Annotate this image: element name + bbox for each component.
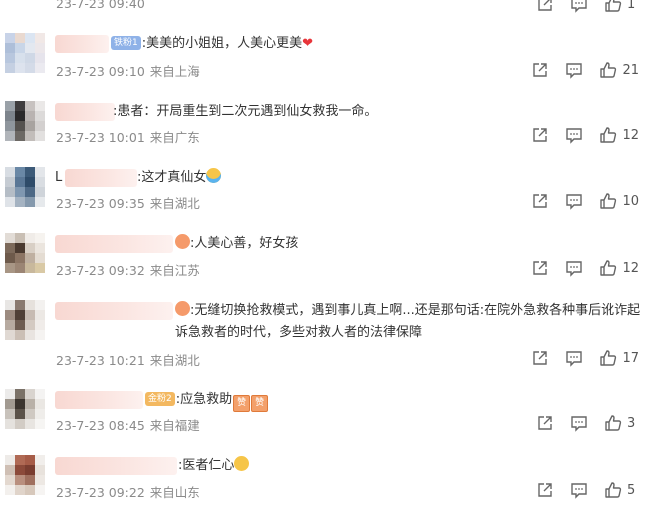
- comment-time: 23-7-23 09:40: [56, 0, 145, 11]
- like-count: 3: [627, 415, 636, 431]
- comment-icon[interactable]: [570, 0, 588, 13]
- like-count: 21: [622, 62, 639, 78]
- comment-time: 23-7-23 09:22: [56, 485, 145, 500]
- share-icon[interactable]: [531, 192, 549, 210]
- comment-icon[interactable]: [565, 349, 583, 367]
- share-icon[interactable]: [531, 259, 549, 277]
- seal-emoji-icon: 赞: [233, 395, 251, 412]
- comment-meta: 23-7-23 09:35 来自湖北: [56, 193, 200, 212]
- like-count: 10: [622, 193, 639, 209]
- comment-actions: 10: [531, 191, 639, 211]
- comment-location: 来自江苏: [149, 263, 200, 278]
- like-count: 1: [627, 0, 636, 12]
- comment-location: 来自湖北: [149, 353, 200, 368]
- comment-meta: 23-7-23 09:10 来自上海: [56, 61, 200, 80]
- share-icon[interactable]: [536, 414, 554, 432]
- thumbs-up-emoji-icon: [175, 234, 190, 249]
- heart-emoji-icon: ❤: [302, 36, 314, 51]
- comment-time: 23-7-23 10:21: [56, 353, 145, 368]
- like-count: 12: [622, 260, 639, 276]
- comment-meta: 23-7-23 09:22 来自山东: [56, 482, 200, 501]
- thumbs-up-emoji-icon: [175, 301, 190, 316]
- like-icon[interactable]: [599, 192, 617, 210]
- comment-time: 23-7-23 08:45: [56, 418, 145, 433]
- avatar[interactable]: [5, 101, 45, 141]
- avatar[interactable]: [5, 300, 45, 340]
- username-blurred[interactable]: [65, 169, 137, 187]
- like-icon[interactable]: [599, 349, 617, 367]
- comment-actions: 5: [536, 480, 639, 500]
- avatar[interactable]: [5, 233, 45, 273]
- seal-emoji-icon: 赞: [251, 395, 269, 412]
- like-icon[interactable]: [604, 0, 622, 13]
- comment-meta: 23-7-23 09:40: [56, 0, 145, 11]
- comment-text: :人美心善，好女孩: [175, 233, 298, 255]
- like-icon[interactable]: [599, 259, 617, 277]
- like-count: 12: [622, 127, 639, 143]
- comment-icon[interactable]: [565, 192, 583, 210]
- crying-emoji-icon: [206, 168, 222, 183]
- share-icon[interactable]: [531, 126, 549, 144]
- like-count: 17: [622, 350, 639, 366]
- like-icon[interactable]: [604, 414, 622, 432]
- share-icon[interactable]: [536, 0, 554, 13]
- avatar[interactable]: [5, 33, 45, 73]
- comment-actions: 21: [531, 60, 639, 80]
- username-blurred[interactable]: [55, 35, 109, 53]
- share-icon[interactable]: [531, 61, 549, 79]
- comment-meta: 23-7-23 08:45 来自福建: [56, 415, 200, 434]
- username-blurred[interactable]: [55, 302, 173, 320]
- comment-text: :这才真仙女: [137, 167, 222, 189]
- comment-icon[interactable]: [565, 259, 583, 277]
- like-icon[interactable]: [599, 126, 617, 144]
- comment-text: :无缝切换抢救模式，遇到事儿真上啊...还是那句话:在院外急救各种事后讹诈起诉急…: [175, 301, 641, 340]
- comment-time: 23-7-23 09:35: [56, 196, 145, 211]
- comment-text: :医者仁心: [178, 455, 250, 477]
- comment-time: 23-7-23 09:10: [56, 64, 145, 79]
- share-icon[interactable]: [536, 481, 554, 499]
- comment-location: 来自湖北: [149, 196, 200, 211]
- avatar[interactable]: [5, 389, 45, 429]
- avatar[interactable]: [5, 455, 45, 495]
- like-icon[interactable]: [604, 481, 622, 499]
- comment-meta: 23-7-23 09:32 来自江苏: [56, 260, 200, 279]
- comment-time: 23-7-23 10:01: [56, 130, 145, 145]
- comment-icon[interactable]: [570, 481, 588, 499]
- comment-actions: 3: [536, 413, 639, 433]
- username-blurred[interactable]: [55, 103, 115, 121]
- comment-actions: 17: [531, 348, 639, 368]
- comment-icon[interactable]: [570, 414, 588, 432]
- comment-text: 金粉2:应急救助赞赞: [145, 389, 269, 412]
- like-icon[interactable]: [599, 61, 617, 79]
- avatar[interactable]: [5, 167, 45, 207]
- comment-actions: 12: [531, 258, 639, 278]
- username-blurred[interactable]: [55, 457, 177, 475]
- comment-location: 来自福建: [149, 418, 200, 433]
- username-initial[interactable]: L: [55, 167, 62, 189]
- comment-meta: 23-7-23 10:01 来自广东: [56, 127, 200, 146]
- share-icon[interactable]: [531, 349, 549, 367]
- comment-time: 23-7-23 09:32: [56, 263, 145, 278]
- username-blurred[interactable]: [55, 391, 143, 409]
- like-count: 5: [627, 482, 636, 498]
- fan-badge: 金粉2: [145, 392, 175, 406]
- comment-location: 来自山东: [149, 485, 200, 500]
- comment-meta: 23-7-23 10:21 来自湖北: [56, 350, 200, 369]
- fan-badge: 铁粉1: [111, 36, 141, 50]
- username-blurred[interactable]: [55, 235, 173, 253]
- comment-location: 来自上海: [149, 64, 200, 79]
- thumbs-up-emoji-icon: [234, 456, 250, 471]
- comment-icon[interactable]: [565, 126, 583, 144]
- comment-icon[interactable]: [565, 61, 583, 79]
- comment-actions: 1: [536, 0, 639, 14]
- comment-actions: 12: [531, 125, 639, 145]
- comment-text: 铁粉1:美美的小姐姐，人美心更美❤: [111, 33, 313, 55]
- comment-text: :患者：开局重生到二次元遇到仙女救我一命。: [113, 104, 378, 119]
- comment-location: 来自广东: [149, 130, 200, 145]
